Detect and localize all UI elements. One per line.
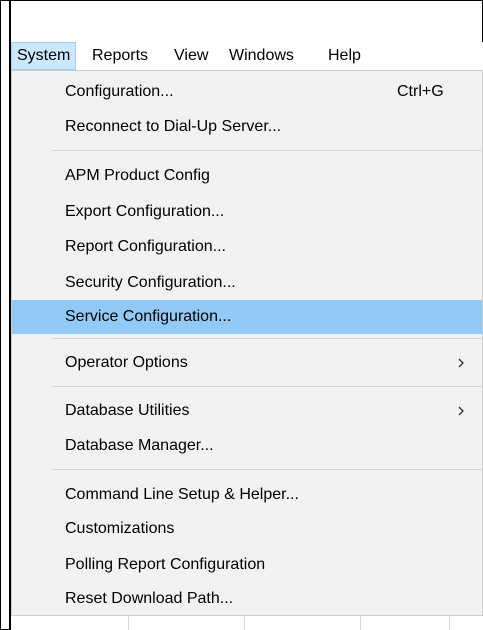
- system-dropdown-menu: Configuration... Ctrl+G Reconnect to Dia…: [11, 70, 483, 616]
- menu-item-label: Customizations: [65, 520, 175, 537]
- menu-item-database-utilities[interactable]: Database Utilities: [12, 394, 482, 428]
- menu-item-reconnect-dialup[interactable]: Reconnect to Dial-Up Server...: [12, 110, 482, 144]
- menu-item-label: Polling Report Configuration: [65, 556, 266, 573]
- menu-item-label: Export Configuration...: [65, 203, 225, 220]
- window-content-strip: [11, 616, 483, 630]
- column-divider: [449, 616, 450, 630]
- menu-separator: [52, 338, 482, 339]
- shortcut-label: Ctrl+G: [397, 83, 444, 100]
- chevron-right-icon: [458, 406, 464, 416]
- menu-item-reset-download-path[interactable]: Reset Download Path...: [12, 582, 482, 616]
- menu-item-polling-report-configuration[interactable]: Polling Report Configuration: [12, 548, 482, 582]
- menu-reports[interactable]: Reports: [92, 42, 148, 70]
- menu-item-service-configuration[interactable]: Service Configuration...: [12, 300, 482, 334]
- menu-item-label: Operator Options: [65, 354, 188, 371]
- column-divider: [244, 616, 245, 630]
- menu-item-configuration[interactable]: Configuration... Ctrl+G: [12, 75, 482, 109]
- menu-item-label: Database Utilities: [65, 402, 190, 419]
- menu-separator: [52, 469, 482, 470]
- menu-item-apm-product-config[interactable]: APM Product Config: [12, 159, 482, 193]
- menu-view[interactable]: View: [174, 42, 208, 70]
- menu-item-label: Configuration...: [65, 83, 174, 100]
- menu-item-label: Security Configuration...: [65, 274, 236, 291]
- menu-item-command-line-setup[interactable]: Command Line Setup & Helper...: [12, 478, 482, 512]
- menu-item-security-configuration[interactable]: Security Configuration...: [12, 266, 482, 300]
- menu-item-label: APM Product Config: [65, 167, 210, 184]
- menu-item-report-configuration[interactable]: Report Configuration...: [12, 230, 482, 264]
- column-divider: [128, 616, 129, 630]
- menu-item-label: Database Manager...: [65, 437, 214, 454]
- menu-item-label: Report Configuration...: [65, 238, 226, 255]
- menu-item-customizations[interactable]: Customizations: [12, 512, 482, 546]
- menu-windows[interactable]: Windows: [229, 42, 294, 70]
- menu-separator: [52, 386, 482, 387]
- menu-item-database-manager[interactable]: Database Manager...: [12, 429, 482, 463]
- menu-item-label: Reset Download Path...: [65, 590, 234, 607]
- menubar: System Reports View Windows Help: [11, 42, 483, 70]
- menu-help[interactable]: Help: [328, 42, 361, 70]
- menu-item-label: Reconnect to Dial-Up Server...: [65, 118, 282, 135]
- chevron-right-icon: [458, 358, 464, 368]
- menu-item-export-configuration[interactable]: Export Configuration...: [12, 195, 482, 229]
- menu-item-label: Service Configuration...: [65, 308, 232, 325]
- column-divider: [360, 616, 361, 630]
- menu-separator: [52, 150, 482, 151]
- menu-system[interactable]: System: [11, 42, 77, 70]
- menu-item-operator-options[interactable]: Operator Options: [12, 346, 482, 380]
- menu-item-label: Command Line Setup & Helper...: [65, 486, 299, 503]
